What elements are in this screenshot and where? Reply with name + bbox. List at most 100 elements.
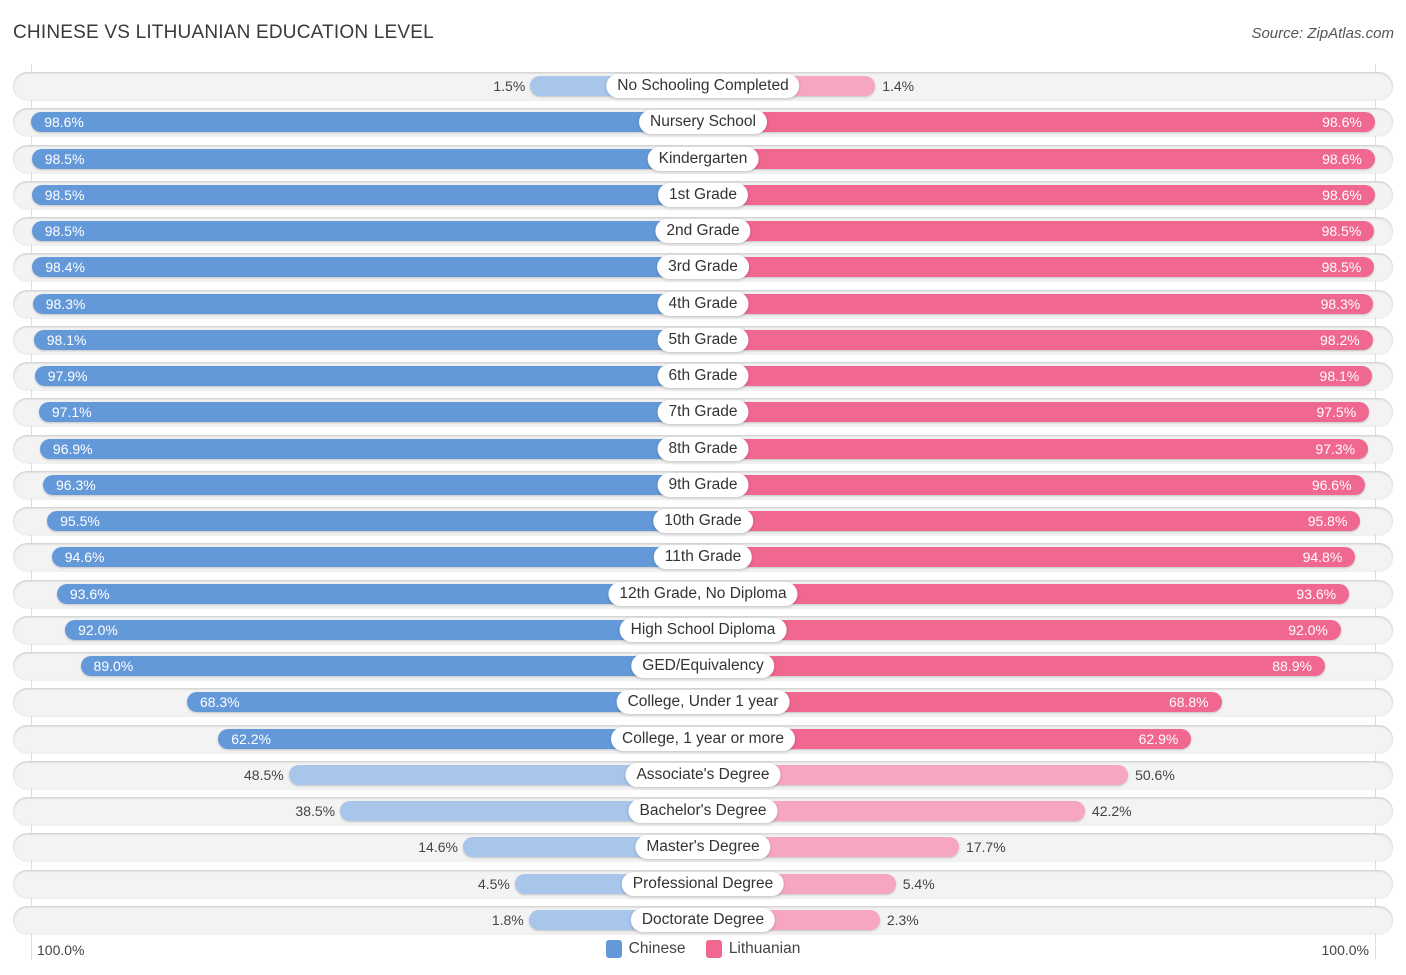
value-label-lithuanian: 97.5%	[1316, 404, 1357, 420]
bar-chinese[interactable]	[34, 366, 703, 386]
bar-chinese[interactable]	[33, 330, 703, 350]
value-label-lithuanian: 98.5%	[1321, 223, 1362, 239]
value-label-chinese: 89.0%	[93, 658, 134, 674]
category-label: Master's Degree	[635, 835, 771, 859]
bar-lithuanian[interactable]	[703, 402, 1370, 422]
value-label-lithuanian: 98.6%	[1322, 151, 1362, 167]
category-label: 9th Grade	[657, 473, 749, 497]
category-label: GED/Equivalency	[631, 654, 775, 678]
bar-chinese[interactable]	[31, 185, 703, 205]
value-label-chinese: 95.5%	[60, 513, 100, 529]
legend-label: Lithuanian	[728, 940, 801, 957]
bar-chinese[interactable]	[65, 620, 703, 640]
bar-lithuanian[interactable]	[703, 547, 1356, 567]
category-label: Bachelor's Degree	[628, 799, 778, 823]
legend-item-chinese[interactable]: Chinese	[605, 940, 686, 958]
value-label-chinese: 97.9%	[47, 368, 88, 384]
value-label-chinese: 98.5%	[44, 187, 85, 203]
value-label-lithuanian: 88.9%	[1272, 658, 1312, 674]
value-label-lithuanian: 97.3%	[1315, 441, 1356, 457]
bar-lithuanian[interactable]	[703, 656, 1325, 676]
bar-lithuanian[interactable]	[703, 221, 1375, 241]
value-label-lithuanian: 98.1%	[1319, 368, 1360, 384]
value-label-chinese: 1.8%	[491, 912, 524, 928]
bar-chinese[interactable]	[80, 656, 703, 676]
category-label: 2nd Grade	[655, 219, 751, 243]
value-label-chinese: 62.2%	[231, 731, 271, 747]
value-label-lithuanian: 62.9%	[1138, 731, 1179, 747]
value-label-chinese: 96.3%	[56, 477, 96, 493]
bar-lithuanian[interactable]	[703, 620, 1341, 640]
bar-lithuanian[interactable]	[703, 149, 1375, 169]
category-label: 1st Grade	[657, 183, 749, 207]
value-label-chinese: 98.1%	[46, 332, 87, 348]
category-label: Kindergarten	[647, 147, 759, 171]
bar-chinese[interactable]	[38, 402, 703, 422]
legend-label: Chinese	[628, 940, 686, 957]
value-label-chinese: 4.5%	[477, 876, 510, 892]
category-label: Professional Degree	[621, 872, 785, 896]
value-label-chinese: 97.1%	[51, 404, 92, 420]
value-label-lithuanian: 98.2%	[1320, 332, 1360, 348]
category-label: 12th Grade, No Diploma	[608, 582, 798, 606]
bar-chinese[interactable]	[32, 257, 703, 277]
value-label-lithuanian: 68.8%	[1168, 694, 1209, 710]
bar-lithuanian[interactable]	[703, 366, 1373, 386]
bar-lithuanian[interactable]	[703, 330, 1373, 350]
bar-lithuanian[interactable]	[703, 294, 1374, 314]
legend-swatch-lithuanian	[705, 940, 722, 958]
bar-lithuanian[interactable]	[703, 511, 1361, 531]
category-label: Doctorate Degree	[630, 908, 776, 932]
value-label-lithuanian: 2.3%	[886, 912, 919, 928]
category-label: College, Under 1 year	[616, 690, 790, 714]
value-label-chinese: 98.3%	[45, 296, 86, 312]
category-label: 8th Grade	[657, 437, 749, 461]
bar-lithuanian[interactable]	[703, 584, 1350, 604]
value-label-chinese: 1.5%	[493, 78, 526, 94]
value-label-lithuanian: 50.6%	[1135, 767, 1175, 783]
value-label-chinese: 38.5%	[295, 803, 336, 819]
category-label: 6th Grade	[657, 364, 749, 388]
value-label-lithuanian: 98.6%	[1322, 114, 1362, 130]
bar-chinese[interactable]	[43, 475, 703, 495]
bar-chinese[interactable]	[31, 112, 703, 132]
bar-lithuanian[interactable]	[703, 257, 1375, 277]
bar-lithuanian[interactable]	[703, 439, 1369, 459]
value-label-lithuanian: 95.8%	[1307, 513, 1348, 529]
legend-swatch-chinese	[605, 940, 622, 958]
value-label-chinese: 14.6%	[418, 839, 458, 855]
value-label-lithuanian: 96.6%	[1311, 477, 1352, 493]
bar-chinese[interactable]	[32, 294, 703, 314]
category-label: 5th Grade	[657, 328, 749, 352]
bar-chinese[interactable]	[47, 511, 703, 531]
value-label-lithuanian: 98.6%	[1322, 187, 1362, 203]
value-label-lithuanian: 94.8%	[1302, 549, 1343, 565]
category-label: Associate's Degree	[625, 763, 781, 787]
bar-lithuanian[interactable]	[703, 112, 1375, 132]
category-label: College, 1 year or more	[611, 727, 795, 751]
bar-chinese[interactable]	[51, 547, 703, 567]
value-label-chinese: 98.6%	[44, 114, 84, 130]
value-label-chinese: 96.9%	[52, 441, 93, 457]
bar-chinese[interactable]	[31, 221, 703, 241]
value-label-lithuanian: 5.4%	[902, 876, 935, 892]
category-label: 7th Grade	[657, 400, 749, 424]
bar-lithuanian[interactable]	[703, 185, 1375, 205]
value-label-chinese: 98.5%	[44, 223, 85, 239]
category-label: Nursery School	[639, 110, 767, 134]
value-label-chinese: 48.5%	[244, 767, 284, 783]
category-label: 4th Grade	[657, 292, 749, 316]
category-label: High School Diploma	[619, 618, 787, 642]
value-label-lithuanian: 98.3%	[1320, 296, 1361, 312]
bar-chinese[interactable]	[56, 584, 703, 604]
legend-item-lithuanian[interactable]: Lithuanian	[705, 940, 801, 958]
legend: Chinese Lithuanian	[0, 940, 1406, 963]
chart-area: 1.5% 1.4% No Schooling Completed 98.6% 98.6%…	[0, 0, 1406, 975]
bar-chinese[interactable]	[31, 149, 703, 169]
bar-lithuanian[interactable]	[703, 475, 1365, 495]
value-label-chinese: 98.5%	[44, 151, 85, 167]
value-label-lithuanian: 98.5%	[1321, 259, 1362, 275]
bar-chinese[interactable]	[39, 439, 703, 459]
value-label-chinese: 93.6%	[69, 586, 110, 602]
category-label: 3rd Grade	[657, 255, 749, 279]
